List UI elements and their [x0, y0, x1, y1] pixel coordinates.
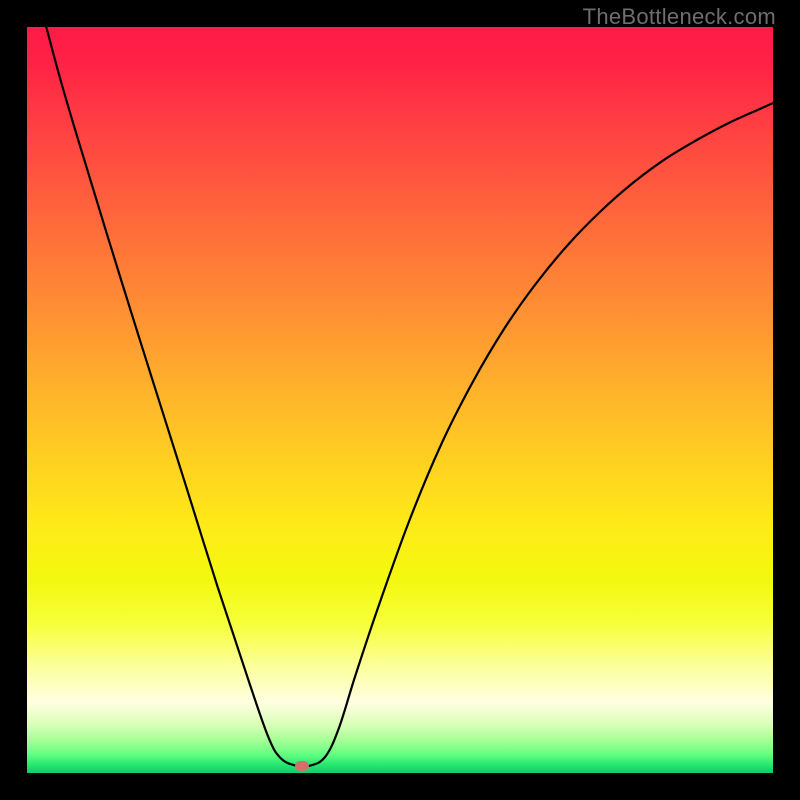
plot-area — [27, 27, 773, 773]
bottleneck-curve — [27, 27, 773, 773]
minimum-marker — [295, 761, 309, 771]
chart-frame: TheBottleneck.com — [0, 0, 800, 800]
